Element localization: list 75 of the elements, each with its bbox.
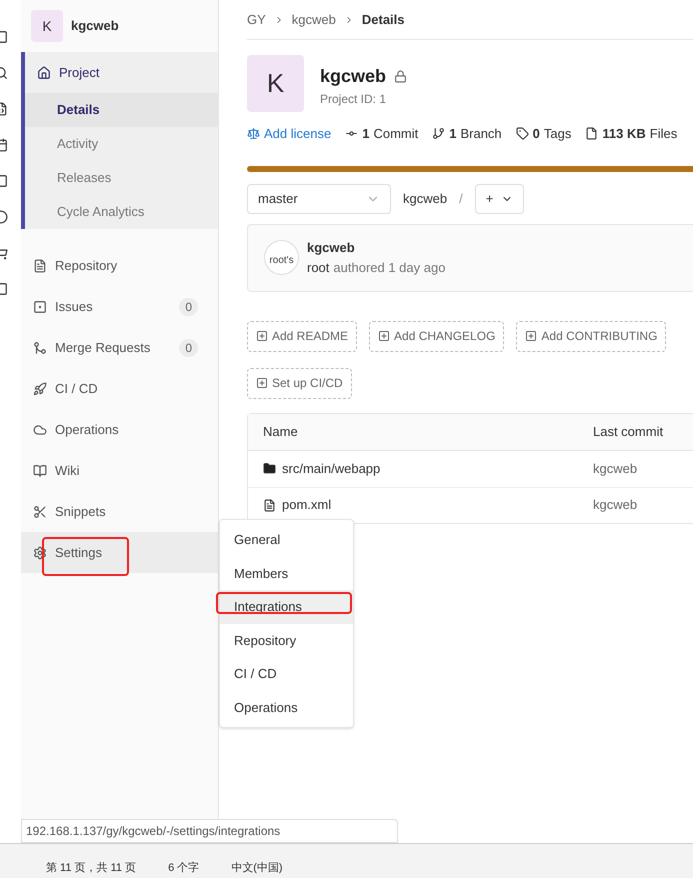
project-avatar: K [31, 10, 63, 42]
stat-link[interactable]: 1 Branch [432, 124, 502, 144]
plus-icon [256, 377, 268, 389]
path-text: kgcweb [403, 190, 448, 208]
add-dropdown-button[interactable]: + [474, 184, 524, 214]
file-icon [585, 127, 598, 140]
sidebar-item[interactable]: Merge Requests 0 [21, 327, 218, 368]
commit-title[interactable]: kgcweb [307, 238, 446, 258]
table-cell-text: kgcweb [593, 460, 638, 478]
add-file-button[interactable]: Set up CI/CD [247, 368, 352, 398]
sidebar-item[interactable]: Project [25, 52, 218, 93]
table-cell-text: kgcweb [593, 496, 638, 514]
sidebar-subitem[interactable]: Releases [25, 161, 218, 195]
sidebar-item[interactable]: Issues 0 [21, 286, 218, 327]
file-link[interactable]: pom.xml [282, 495, 332, 515]
menu-item[interactable]: Members [220, 556, 353, 590]
add-file-button[interactable]: Add README [247, 320, 358, 352]
sidebar-item[interactable]: Settings [21, 532, 218, 573]
sidebar-item[interactable]: Wiki [21, 450, 218, 491]
status-text: 6 个字 [168, 860, 200, 876]
scale-icon [247, 127, 260, 140]
sidebar-item[interactable]: Repository [21, 245, 218, 286]
scissors-icon [33, 504, 47, 518]
rocket-icon [33, 382, 47, 396]
sidebar-item[interactable]: CI / CD [21, 368, 218, 409]
file-icon [263, 498, 276, 512]
path-separator: / [459, 190, 463, 208]
plus-icon [256, 330, 268, 342]
add-file-button[interactable]: Add CONTRIBUTING [516, 320, 666, 352]
tag-icon [516, 127, 529, 140]
merge-icon [33, 340, 47, 354]
image-alt-text: root's [269, 254, 294, 268]
menu-item[interactable]: Operations [220, 690, 353, 724]
add-license-link[interactable]: Add license [247, 124, 332, 144]
status-text: 第 11 页，共 11 页 [46, 860, 136, 876]
count-badge: 0 [179, 338, 198, 356]
menu-item[interactable]: Repository [220, 624, 353, 657]
breadcrumb-link[interactable]: GY [247, 10, 266, 30]
commit-meta: authored 1 day ago [333, 258, 446, 277]
project-name: kgcweb [71, 17, 119, 36]
project-avatar: K [247, 55, 304, 112]
branch-dropdown[interactable]: master [247, 184, 391, 214]
sidebar-subitem[interactable]: Cycle Analytics [25, 195, 218, 229]
breadcrumb-link[interactable]: Details [362, 10, 405, 30]
plus-icon [378, 330, 390, 342]
column-header: Name [262, 422, 299, 441]
sidebar-item[interactable]: Snippets [21, 491, 218, 532]
menu-item[interactable]: General [220, 523, 353, 556]
author-link[interactable]: root [307, 258, 330, 277]
issues-icon [33, 300, 47, 314]
sidebar-subitem[interactable]: Activity [25, 127, 218, 161]
column-header: Last commit [593, 422, 664, 441]
folder-icon [263, 462, 276, 475]
sidebar-item[interactable]: Operations [21, 409, 218, 450]
document-icon [33, 258, 47, 272]
file-link[interactable]: src/main/webapp [282, 458, 380, 478]
settings-icon [33, 546, 47, 560]
stat-link[interactable]: 113 KB Files [585, 124, 678, 144]
project-id: Project ID: 1 [320, 91, 388, 108]
stat-link[interactable]: 1 Commit [345, 124, 418, 144]
plus-icon [525, 330, 538, 342]
project-title: kgcweb [320, 65, 386, 88]
cloud-icon [33, 422, 47, 436]
home-icon [37, 66, 51, 80]
book-icon [33, 464, 47, 478]
status-text: 中文(中国) [231, 860, 283, 876]
branch-icon [432, 127, 446, 140]
breadcrumb-link[interactable]: kgcweb [292, 10, 336, 30]
count-badge: 0 [179, 298, 198, 316]
url-tooltip: 192.168.1.137/gy/kgcweb/-/settings/integrations [21, 819, 398, 843]
lock-icon [394, 70, 408, 83]
stat-link[interactable]: 0 Tags [516, 124, 572, 144]
menu-item[interactable]: CI / CD [220, 657, 353, 690]
sidebar-subitem[interactable]: Details [25, 93, 218, 127]
add-file-button[interactable]: Add CHANGELOG [369, 320, 504, 352]
